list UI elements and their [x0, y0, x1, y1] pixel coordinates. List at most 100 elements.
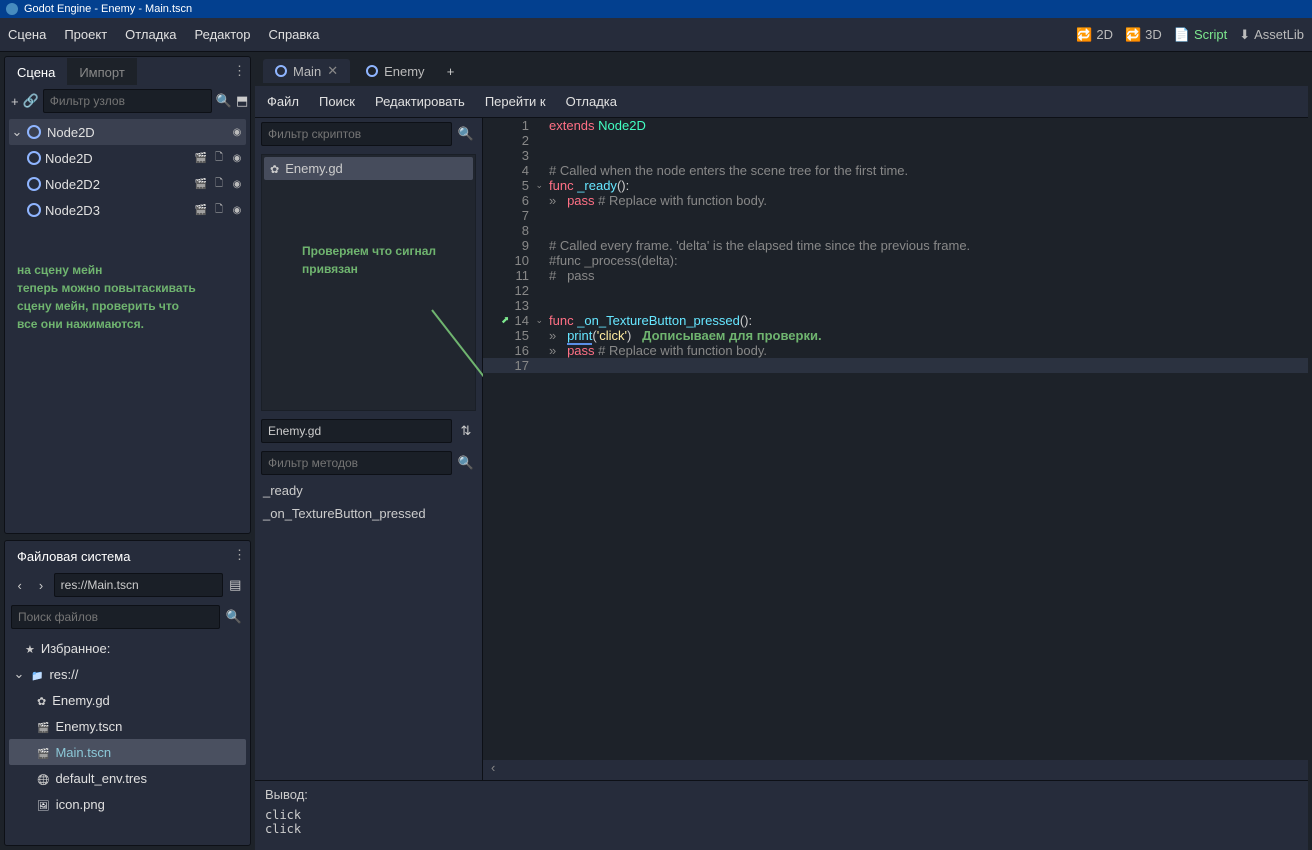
collapse-icon[interactable]: ⬒ [236, 91, 248, 111]
method-item[interactable]: _on_TextureButton_pressed [255, 502, 482, 525]
search-icon[interactable]: 🔍 [456, 453, 476, 473]
add-tab-icon[interactable]: + [441, 61, 461, 81]
link-icon[interactable]: 🔗 [23, 91, 39, 111]
nav-fwd-icon[interactable]: › [32, 575, 49, 595]
instance-icon[interactable] [194, 203, 208, 217]
fold-icon[interactable]: ⌄ [535, 180, 543, 191]
scene-tree: ⌄ Node2D Node2D 🗋 Node2D2 🗋 N [5, 117, 250, 343]
file-row[interactable]: Enemy.tscn [9, 713, 246, 739]
tab-filesystem[interactable]: Файловая система [5, 542, 142, 569]
split-view-icon[interactable]: ▤ [227, 575, 244, 595]
scene-icon [37, 719, 49, 734]
menu-project[interactable]: Проект [64, 27, 107, 42]
scene-tab-enemy[interactable]: Enemy [354, 60, 436, 83]
node2d-icon [27, 151, 41, 165]
nav-back-icon[interactable]: ‹ [11, 575, 28, 595]
visibility-icon[interactable] [230, 177, 244, 191]
file-row[interactable]: Main.tscn [9, 739, 246, 765]
script-menu-edit[interactable]: Редактировать [375, 94, 465, 109]
menu-debug[interactable]: Отладка [125, 27, 176, 42]
filesystem-panel: Файловая система ⋮ ‹ › ▤ 🔍 Избранное: ⌄r… [4, 540, 251, 846]
script-list-item[interactable]: Enemy.gd [264, 157, 473, 180]
scene-child-node[interactable]: Node2D2 🗋 [9, 171, 246, 197]
godot-icon [6, 3, 18, 15]
output-panel: Вывод: click click [255, 780, 1308, 850]
script-menu-search[interactable]: Поиск [319, 94, 355, 109]
script-icon[interactable]: 🗋 [212, 203, 226, 217]
scene-tab-main[interactable]: Main ✕ [263, 59, 350, 83]
menu-scene[interactable]: Сцена [8, 27, 46, 42]
scene-root-node[interactable]: ⌄ Node2D [9, 119, 246, 145]
file-row[interactable]: default_env.tres [9, 765, 246, 791]
file-search-input[interactable] [11, 605, 220, 629]
sort-icon[interactable]: ⇅ [456, 421, 476, 441]
node2d-icon [27, 203, 41, 217]
chevron-down-icon[interactable]: ⌄ [13, 666, 25, 682]
output-text: click click [265, 808, 1298, 836]
script-menu-debug[interactable]: Отладка [566, 94, 617, 109]
mode-2d[interactable]: 🔁 2D [1076, 27, 1113, 43]
window-title: Godot Engine - Enemy - Main.tscn [24, 3, 192, 15]
file-row[interactable]: Enemy.gd [9, 687, 246, 713]
tab-scene[interactable]: Сцена [5, 58, 67, 85]
scene-annotation: на сцену мейн теперь можно повытаскивать… [9, 253, 246, 341]
node2d-icon [275, 65, 287, 77]
menu-editor[interactable]: Редактор [195, 27, 251, 42]
mode-script[interactable]: 📄 Script [1174, 27, 1227, 43]
favorites-row[interactable]: Избранное: [9, 635, 246, 661]
mode-assetlib[interactable]: ⬇ AssetLib [1239, 27, 1304, 43]
code-editor[interactable]: 1extends Node2D 2 3 4# Called when the n… [483, 118, 1308, 760]
file-row[interactable]: icon.png [9, 791, 246, 817]
script-filter-input[interactable] [261, 122, 452, 146]
scene-panel: Сцена Импорт ⋮ + 🔗 🔍 ⬒ ⌄ Node2D [4, 56, 251, 534]
res-root-row[interactable]: ⌄res:// [9, 661, 246, 687]
chevron-down-icon[interactable]: ⌄ [11, 124, 23, 140]
script-icon[interactable]: 🗋 [212, 151, 226, 165]
search-icon[interactable]: 🔍 [216, 91, 232, 111]
visibility-icon[interactable] [230, 203, 244, 217]
image-icon [37, 797, 50, 812]
search-icon[interactable]: 🔍 [456, 124, 476, 144]
mode-3d[interactable]: 🔁 3D [1125, 27, 1162, 43]
output-label: Вывод: [265, 787, 1298, 802]
method-list: _ready _on_TextureButton_pressed [255, 479, 482, 525]
method-filter-input[interactable] [261, 451, 452, 475]
tab-import[interactable]: Импорт [67, 58, 136, 85]
node2d-icon [366, 65, 378, 77]
script-menu-file[interactable]: Файл [267, 94, 299, 109]
titlebar: Godot Engine - Enemy - Main.tscn [0, 0, 1312, 18]
gdscript-icon [37, 693, 46, 708]
gdscript-icon [270, 161, 279, 176]
scene-child-node[interactable]: Node2D3 🗋 [9, 197, 246, 223]
node2d-icon [27, 177, 41, 191]
script-menubar: Файл Поиск Редактировать Перейти к Отлад… [255, 86, 1308, 118]
menu-help[interactable]: Справка [269, 27, 320, 42]
script-menu-goto[interactable]: Перейти к [485, 94, 546, 109]
scene-icon [37, 745, 49, 760]
scene-child-node[interactable]: Node2D 🗋 [9, 145, 246, 171]
path-input[interactable] [54, 573, 223, 597]
visibility-icon[interactable] [230, 125, 244, 139]
search-icon[interactable]: 🔍 [224, 607, 244, 627]
script-annotation: Проверяем что сигнал привязан [262, 182, 475, 288]
collapse-panel-icon[interactable]: ‹ [483, 760, 1308, 780]
scene-tabs: Main ✕ Enemy + [255, 56, 1308, 86]
instance-icon[interactable] [194, 151, 208, 165]
fold-icon[interactable]: ⌄ [535, 315, 543, 326]
signal-connected-icon[interactable]: ⬈ [501, 315, 509, 326]
instance-icon[interactable] [194, 177, 208, 191]
star-icon [25, 641, 35, 656]
script-icon[interactable]: 🗋 [212, 177, 226, 191]
menubar: Сцена Проект Отладка Редактор Справка 🔁 … [0, 18, 1312, 52]
close-icon[interactable]: ✕ [327, 63, 338, 79]
visibility-icon[interactable] [230, 151, 244, 165]
add-node-icon[interactable]: + [11, 91, 19, 111]
folder-icon [31, 667, 43, 682]
scene-filter-input[interactable] [43, 89, 212, 113]
current-script-input[interactable] [261, 419, 452, 443]
node2d-icon [27, 125, 41, 139]
scene-panel-menu-icon[interactable]: ⋮ [233, 63, 246, 79]
env-icon [37, 771, 49, 786]
method-item[interactable]: _ready [255, 479, 482, 502]
filesystem-menu-icon[interactable]: ⋮ [233, 547, 246, 563]
